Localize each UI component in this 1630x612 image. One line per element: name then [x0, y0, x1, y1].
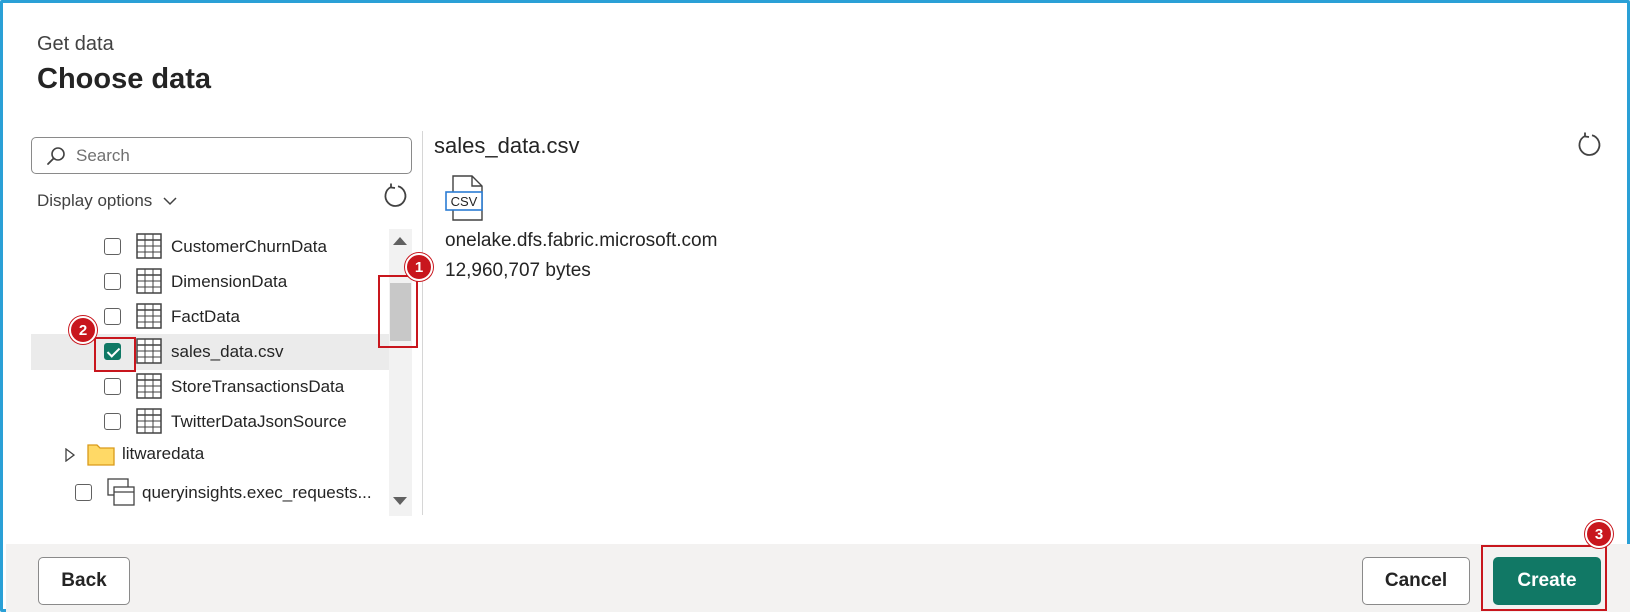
checkbox[interactable] [104, 273, 121, 290]
highlight-box-checkbox [94, 337, 136, 372]
chevron-down-icon [163, 197, 177, 206]
step-badge-1: 1 [405, 253, 433, 281]
view-icon [107, 478, 135, 506]
dialog-title: Choose data [37, 63, 212, 95]
checkbox[interactable] [75, 484, 92, 501]
folder-icon [87, 444, 115, 466]
highlight-box-scrollbar [378, 275, 418, 348]
highlight-box-create [1481, 545, 1607, 611]
checkbox[interactable] [104, 378, 121, 395]
search-icon [47, 147, 65, 165]
table-icon [136, 373, 162, 399]
scroll-up-arrow-icon[interactable] [393, 237, 407, 245]
caret-right-icon[interactable] [65, 448, 75, 462]
checkbox[interactable] [104, 308, 121, 325]
preview-file-name: sales_data.csv [434, 133, 580, 158]
csv-badge-text: CSV [451, 194, 478, 209]
tree-item-label: queryinsights.exec_requests... [142, 483, 372, 502]
tree-item-label: StoreTransactionsData [171, 377, 345, 396]
back-button[interactable]: Back [38, 557, 130, 605]
tree-item-storetransactionsdata[interactable]: StoreTransactionsData [31, 369, 389, 405]
dialog-frame: Get data Choose data Display options [0, 0, 1630, 612]
tree-item-twitterdatajsonsource[interactable]: TwitterDataJsonSource [31, 404, 389, 440]
table-icon [136, 233, 162, 259]
tree-item-customerchurndata[interactable]: CustomerChurnData [31, 229, 389, 265]
tree-item-label: TwitterDataJsonSource [171, 412, 347, 431]
table-icon [136, 408, 162, 434]
display-options-label: Display options [37, 191, 153, 210]
scroll-down-arrow-icon[interactable] [393, 497, 407, 505]
table-icon [136, 268, 162, 294]
checkbox[interactable] [104, 413, 121, 430]
tree-item-label: sales_data.csv [171, 342, 284, 361]
preview-host: onelake.dfs.fabric.microsoft.com [445, 230, 718, 251]
step-badge-3: 3 [1585, 520, 1613, 548]
tree-item-label: CustomerChurnData [171, 237, 327, 256]
search-input[interactable] [76, 144, 396, 168]
cancel-button[interactable]: Cancel [1362, 557, 1470, 605]
tree-item-dimensiondata[interactable]: DimensionData [31, 264, 389, 300]
preview-file-size: 12,960,707 bytes [445, 260, 591, 281]
tree-item-label: litwaredata [122, 444, 205, 463]
checkbox[interactable] [104, 238, 121, 255]
tree-item-label: FactData [171, 307, 240, 326]
table-icon [136, 338, 162, 364]
step-badge-2: 2 [69, 316, 97, 344]
panel-divider [422, 131, 423, 515]
refresh-icon[interactable] [383, 183, 409, 209]
tree-item-queryinsights-view[interactable]: queryinsights.exec_requests... [31, 475, 389, 511]
table-icon [136, 303, 162, 329]
navigator-tree: CustomerChurnData DimensionData FactData… [31, 229, 389, 516]
tree-item-litwaredata-folder[interactable]: litwaredata [31, 436, 389, 472]
search-box[interactable] [31, 137, 412, 174]
display-options-dropdown[interactable]: Display options [37, 191, 178, 211]
dialog-subtitle: Get data [37, 33, 114, 55]
refresh-icon[interactable] [1577, 132, 1603, 158]
csv-file-icon: CSV [445, 175, 483, 221]
tree-item-label: DimensionData [171, 272, 288, 291]
